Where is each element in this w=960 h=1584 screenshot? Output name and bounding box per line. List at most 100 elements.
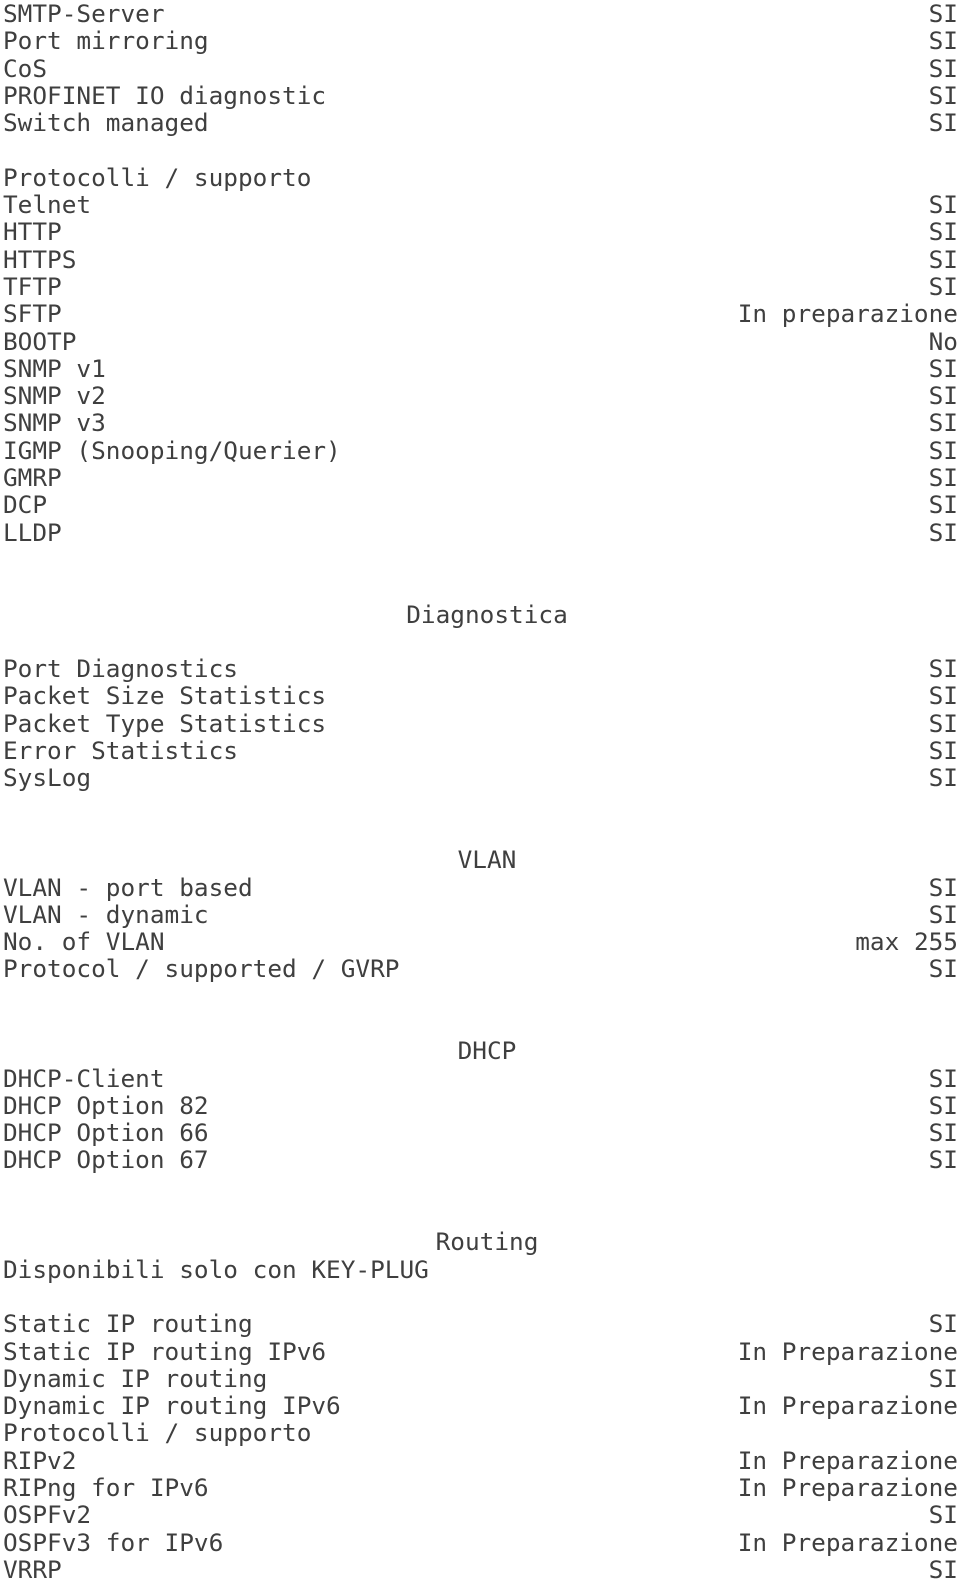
spec-row: HTTPS SI (0, 244, 960, 274)
spec-row-value: SI (928, 490, 958, 520)
spec-row-value: SI (928, 1309, 958, 1339)
spec-row-label: SNMP v1 (3, 353, 106, 383)
section-heading: VLAN (0, 846, 960, 874)
spec-row-label: SMTP-Server (3, 0, 165, 28)
spec-row-label: Port mirroring (3, 26, 209, 56)
spec-row-value: SI (928, 1145, 958, 1175)
spec-row-label: VRRP (3, 1554, 62, 1584)
spec-row: HTTP SI (0, 217, 960, 247)
spec-row-label: Static IP routing IPv6 (3, 1336, 327, 1366)
spec-row: SFTP In preparazione (0, 299, 960, 329)
spec-row-value: SI (928, 408, 958, 438)
spec-row-value: SI (928, 1063, 958, 1093)
spec-row-value: SI (928, 108, 958, 138)
spec-row: SMTP-Server SI (0, 0, 960, 27)
spec-row: Error Statistics SI (0, 736, 960, 766)
spec-row-value: SI (928, 1363, 958, 1393)
spec-row: Dynamic IP routing IPv6 In Preparazione (0, 1392, 960, 1420)
section-heading: DHCP (0, 1036, 960, 1066)
spec-row: PROFINET IO diagnostic SI (0, 80, 960, 110)
spec-row-value: In preparazione (737, 299, 958, 329)
spec-row-label: DHCP-Client (3, 1063, 165, 1093)
spec-row-label: HTTP (3, 217, 62, 247)
spec-row-value: SI (928, 217, 958, 247)
spec-row-value: SI (928, 681, 958, 711)
spec-row-value: SI (928, 80, 958, 110)
spec-row-value: SI (928, 1118, 958, 1148)
spec-row: Protocol / supported / GVRP SI (0, 954, 960, 984)
spec-row: OSPFv3 for IPv6 In Preparazione (0, 1527, 960, 1557)
spec-row: Disponibili solo con KEY-PLUG (0, 1255, 960, 1283)
spec-row-label: No. of VLAN (3, 927, 165, 957)
spec-row-label: CoS (3, 53, 48, 83)
spec-row: SysLog SI (0, 763, 960, 793)
spec-row: SNMP v2 SI (0, 381, 960, 411)
spec-row-label: SFTP (3, 299, 62, 329)
spec-row-label: Error Statistics (3, 736, 238, 766)
spec-row: GMRP SI (0, 463, 960, 493)
spec-row-label: Packet Type Statistics (3, 708, 327, 738)
spec-row-value: In Preparazione (737, 1473, 958, 1503)
spec-row-value: SI (928, 517, 958, 547)
spec-row: DCP SI (0, 490, 960, 520)
spec-row-value: SI (928, 872, 958, 902)
section-heading: Diagnostica (0, 599, 960, 629)
spec-row-label: OSPFv3 for IPv6 (3, 1527, 224, 1557)
spec-row-label: VLAN - port based (3, 872, 253, 902)
spec-row-value: SI (928, 435, 958, 465)
spec-row-label: SNMP v3 (3, 408, 106, 438)
spec-row: RIPng for IPv6 In Preparazione (0, 1473, 960, 1503)
spec-row-label: Protocolli / supporto (3, 162, 312, 192)
spec-row-label: DHCP Option 66 (3, 1118, 209, 1148)
spec-row-label: Dynamic IP routing (3, 1363, 268, 1393)
spec-row-label: TFTP (3, 271, 62, 301)
spec-row-value: SI (928, 190, 958, 220)
spec-row: DHCP Option 82 SI (0, 1092, 960, 1120)
spec-row: TFTP SI (0, 271, 960, 301)
spec-row: DHCP Option 67 SI (0, 1145, 960, 1175)
spec-row: Protocolli / supporto (0, 162, 960, 192)
spec-row-value: In Preparazione (737, 1445, 958, 1475)
spec-row-label: Telnet (3, 190, 92, 220)
spec-row-value: SI (928, 0, 958, 28)
spec-row-value: SI (928, 763, 958, 793)
spec-row-label: DHCP Option 67 (3, 1145, 209, 1175)
spec-row-label: HTTPS (3, 244, 77, 274)
section-heading-text: Routing (435, 1227, 539, 1257)
spec-row: Packet Size Statistics SI (0, 681, 960, 711)
spec-row: OSPFv2 SI (0, 1501, 960, 1529)
spec-row-value: SI (928, 463, 958, 493)
spec-row: No. of VLAN max 255 (0, 927, 960, 957)
spec-row: Port mirroring SI (0, 26, 960, 56)
spec-row-value: SI (928, 53, 958, 83)
spec-row-value: No (928, 326, 958, 356)
section-heading: Routing (0, 1227, 960, 1257)
spec-row: Port Diagnostics SI (0, 654, 960, 684)
spec-row-label: IGMP (Snooping/Querier) (3, 435, 341, 465)
spec-row-label: Static IP routing (3, 1309, 253, 1339)
spec-row: LLDP SI (0, 517, 960, 547)
spec-row: Static IP routing SI (0, 1309, 960, 1339)
spec-row: VLAN - port based SI (0, 872, 960, 902)
spec-row-value: SI (928, 899, 958, 929)
spec-row-value: SI (928, 954, 958, 984)
spec-row-label: Port Diagnostics (3, 654, 238, 684)
spec-row-value: SI (928, 244, 958, 274)
spec-row-label: SysLog (3, 763, 92, 793)
section-heading-text: Diagnostica (406, 599, 568, 629)
spec-row-label: Protocolli / supporto (3, 1418, 312, 1448)
section-heading-text: DHCP (457, 1036, 517, 1066)
spec-sheet-content: SMTP-Server SI Port mirroring SI CoS SI PROFIN… (0, 0, 960, 1583)
spec-row-value: SI (928, 381, 958, 411)
spec-row: Telnet SI (0, 190, 960, 220)
spec-row-value: SI (928, 353, 958, 383)
